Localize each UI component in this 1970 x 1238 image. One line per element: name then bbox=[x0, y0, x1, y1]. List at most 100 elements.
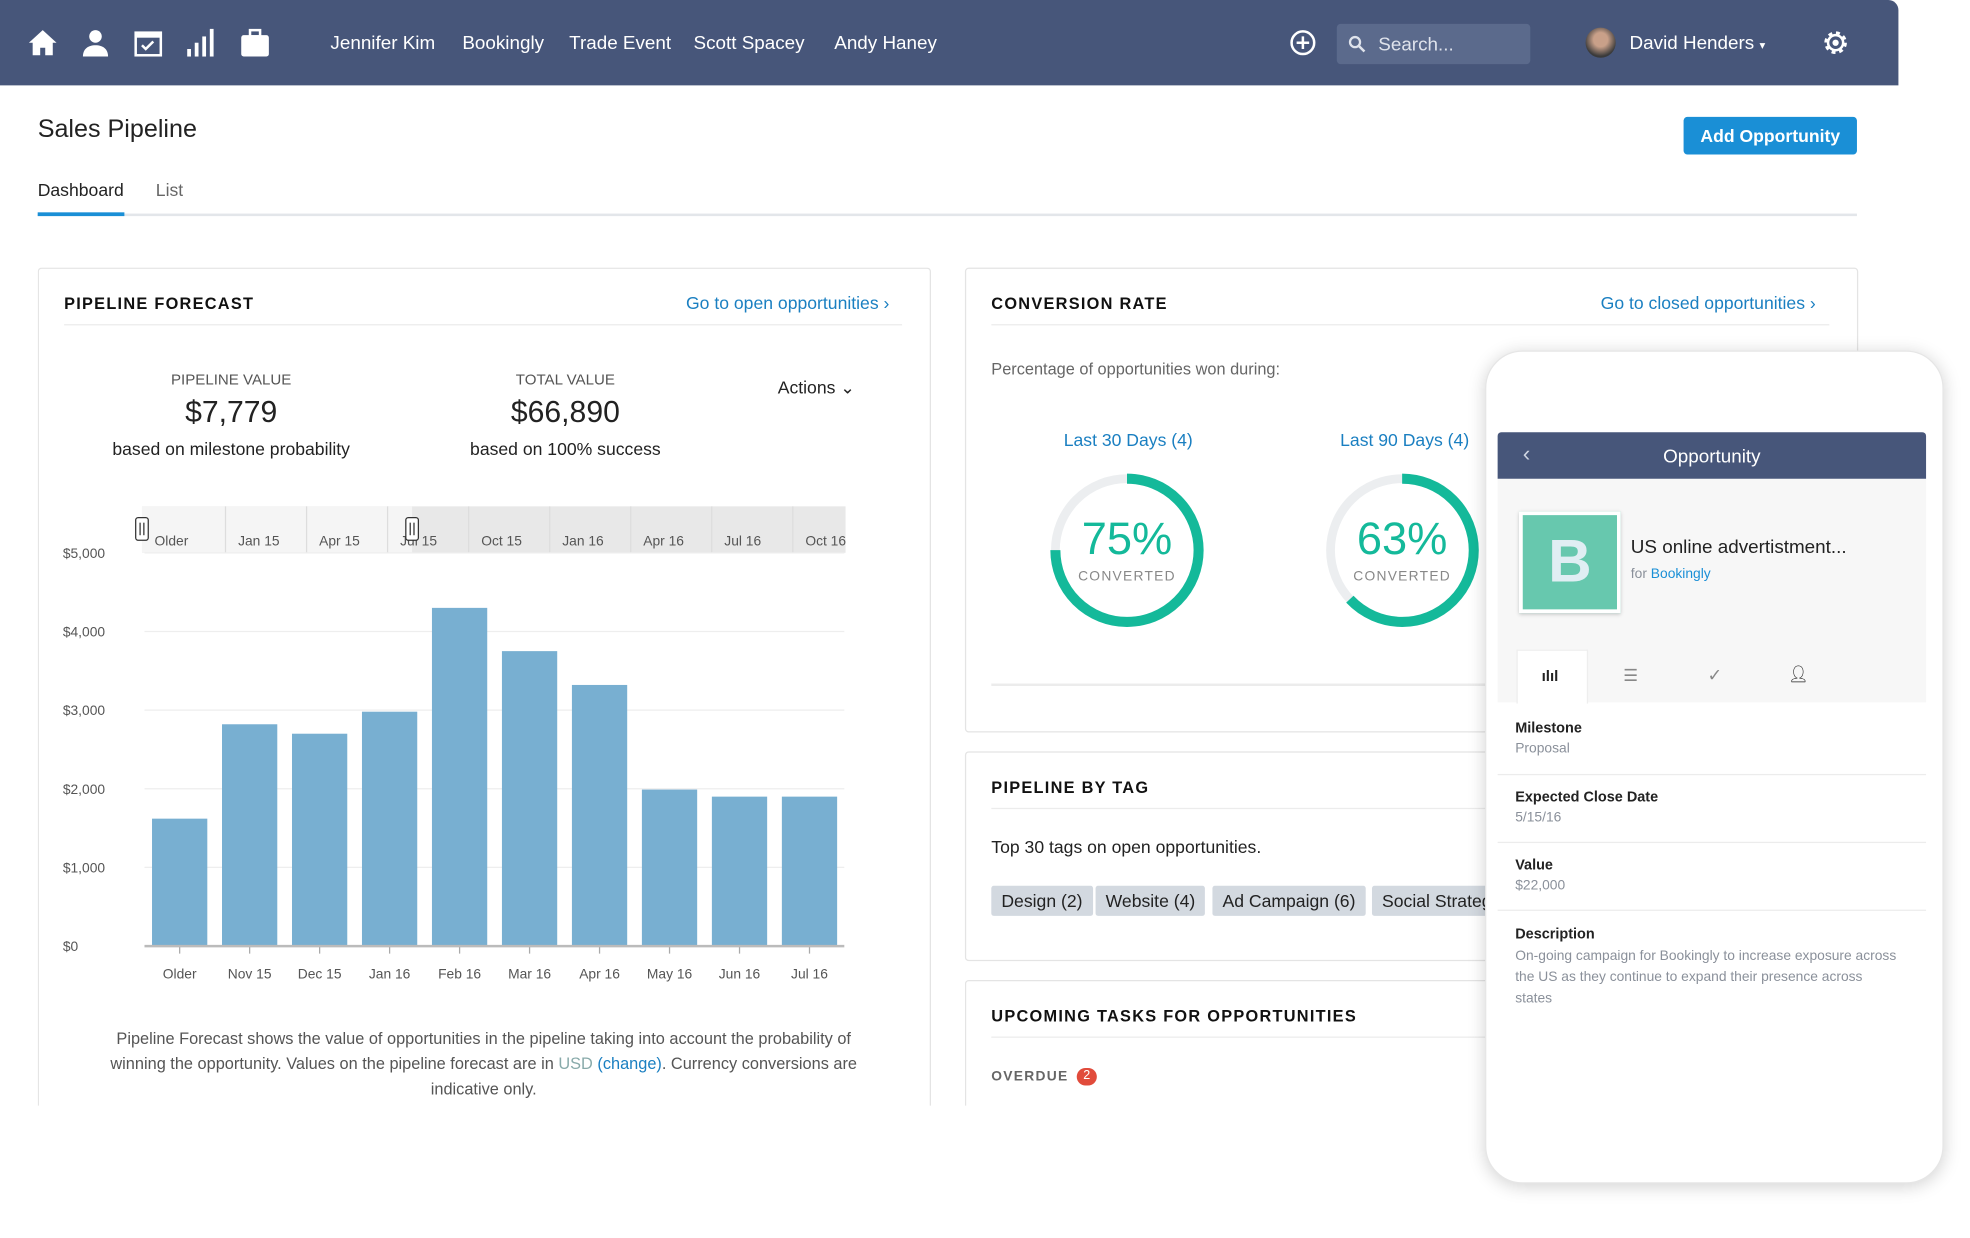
opportunity-name: US online advertistment... bbox=[1630, 536, 1847, 558]
panel-title: PIPELINE FORECAST bbox=[64, 293, 255, 313]
search-input[interactable]: Search... bbox=[1336, 23, 1531, 65]
user-menu[interactable]: David Henders ▾ bbox=[1630, 33, 1766, 54]
panel-title: PIPELINE BY TAG bbox=[991, 777, 1150, 797]
tag-ad-campaign[interactable]: Ad Campaign (6) bbox=[1212, 885, 1366, 916]
company-avatar: B bbox=[1518, 511, 1621, 614]
chevron-down-icon: ⌄ bbox=[840, 376, 856, 398]
field-label: Value bbox=[1515, 858, 1553, 874]
conversion-percent-90: 63% bbox=[1356, 512, 1448, 565]
navigator-tick-label: Oct 15 bbox=[481, 532, 522, 548]
add-opportunity-button[interactable]: Add Opportunity bbox=[1683, 116, 1857, 155]
converted-caption: CONVERTED bbox=[1353, 569, 1452, 585]
nav-link-andy-haney[interactable]: Andy Haney bbox=[834, 33, 937, 54]
tab-list[interactable]: List bbox=[156, 180, 183, 200]
divider bbox=[1497, 773, 1927, 776]
field-expected-close-date: Expected Close Date 5/15/16 bbox=[1515, 790, 1658, 825]
x-tick-label: Dec 15 bbox=[298, 966, 342, 982]
navigator-tick-label: Jul 16 bbox=[724, 532, 761, 548]
divider bbox=[1497, 841, 1927, 844]
user-icon[interactable] bbox=[80, 28, 110, 58]
range-handle bbox=[405, 517, 420, 541]
opportunity-company: for Bookingly bbox=[1631, 567, 1711, 582]
divider bbox=[991, 324, 1830, 326]
mobile-header: ‹ Opportunity bbox=[1497, 432, 1927, 479]
bar bbox=[431, 607, 488, 947]
range-handle bbox=[135, 517, 149, 541]
last-90-days-link[interactable]: Last 90 Days (4) bbox=[1292, 430, 1518, 450]
total-value-label: TOTAL VALUE bbox=[515, 370, 615, 389]
gear-icon[interactable] bbox=[1821, 28, 1851, 58]
tabs-divider bbox=[37, 213, 1857, 217]
field-label: Description bbox=[1515, 927, 1595, 943]
field-label: Expected Close Date bbox=[1515, 790, 1659, 806]
field-value: Proposal bbox=[1515, 741, 1570, 757]
closed-opportunities-link[interactable]: Go to closed opportunities › bbox=[1601, 293, 1816, 313]
bar-chart-icon[interactable]: ılıl bbox=[1542, 667, 1559, 685]
person-icon[interactable]: 👤︎ bbox=[1788, 665, 1809, 685]
bar bbox=[152, 818, 208, 947]
actions-dropdown[interactable]: Actions ⌄ bbox=[778, 377, 855, 398]
field-value: $22,000 bbox=[1515, 878, 1566, 894]
company-link[interactable]: Bookingly bbox=[1651, 567, 1711, 582]
tag-website[interactable]: Website (4) bbox=[1095, 885, 1206, 916]
y-tick-label: $2,000 bbox=[63, 781, 106, 797]
open-opportunities-link[interactable]: Go to open opportunities › bbox=[686, 293, 889, 313]
change-currency-link[interactable]: (change) bbox=[597, 1054, 661, 1073]
x-tick-label: Feb 16 bbox=[438, 966, 481, 982]
panel-title: CONVERSION RATE bbox=[991, 293, 1168, 313]
divider bbox=[1497, 909, 1927, 911]
bar bbox=[781, 796, 838, 947]
for-label: for bbox=[1630, 566, 1647, 582]
x-tick-label: Jul 16 bbox=[791, 966, 828, 982]
check-icon[interactable]: ✓ bbox=[1707, 665, 1722, 686]
pipeline-value: $7,779 bbox=[185, 395, 278, 430]
navigator-tick-label: Oct 16 bbox=[805, 532, 846, 548]
nav-link-scott-spacey[interactable]: Scott Spacey bbox=[694, 33, 805, 54]
avatar[interactable] bbox=[1585, 27, 1616, 58]
add-circle-icon[interactable] bbox=[1288, 28, 1318, 58]
total-value: $66,890 bbox=[510, 395, 620, 430]
x-tick-label: Apr 16 bbox=[579, 966, 620, 982]
user-name: David Henders bbox=[1629, 32, 1755, 55]
bar bbox=[711, 796, 768, 947]
y-tick-label: $5,000 bbox=[63, 545, 106, 561]
navigator-tick-label: Jan 16 bbox=[562, 532, 604, 548]
tag-design[interactable]: Design (2) bbox=[991, 885, 1093, 916]
overdue-count-badge: 2 bbox=[1076, 1067, 1097, 1086]
nav-link-jennifer-kim[interactable]: Jennifer Kim bbox=[330, 33, 435, 54]
bar bbox=[641, 789, 698, 947]
field-value: Value $22,000 bbox=[1515, 858, 1565, 893]
list-icon[interactable]: ☰ bbox=[1623, 666, 1638, 686]
navigator-tick-label: Apr 16 bbox=[643, 532, 684, 548]
tab-dashboard[interactable]: Dashboard bbox=[38, 180, 124, 200]
x-tick-label: Mar 16 bbox=[508, 966, 551, 982]
conversion-subtitle: Percentage of opportunities won during: bbox=[991, 359, 1281, 379]
navigator-tick-label: Apr 15 bbox=[319, 532, 360, 548]
active-tab-indicator bbox=[37, 212, 125, 217]
search-icon bbox=[1348, 35, 1366, 53]
panel-title: UPCOMING TASKS FOR OPPORTUNITIES bbox=[991, 1006, 1357, 1026]
conversion-percent-30: 75% bbox=[1081, 512, 1173, 565]
field-value: 5/15/16 bbox=[1515, 810, 1562, 826]
x-tick-label: Jun 16 bbox=[719, 966, 761, 982]
bar-chart-icon[interactable] bbox=[186, 28, 216, 58]
briefcase-icon[interactable] bbox=[240, 28, 270, 58]
nav-link-trade-event[interactable]: Trade Event bbox=[569, 33, 671, 54]
pipeline-value-note: based on milestone probability bbox=[112, 438, 350, 459]
converted-caption: CONVERTED bbox=[1078, 569, 1176, 585]
app: Jennifer Kim Bookingly Trade Event Scott… bbox=[0, 0, 1970, 1238]
navigator-tick-label: Jan 15 bbox=[238, 532, 280, 548]
y-tick-label: $0 bbox=[63, 938, 79, 954]
divider bbox=[64, 324, 903, 326]
home-icon[interactable] bbox=[28, 28, 58, 58]
total-value-note: based on 100% success bbox=[470, 438, 661, 459]
nav-link-bookingly[interactable]: Bookingly bbox=[462, 33, 544, 54]
total-value-block: TOTAL VALUE $66,890 based on 100% succes… bbox=[440, 371, 691, 459]
calendar-icon[interactable] bbox=[133, 28, 163, 58]
y-tick-label: $1,000 bbox=[63, 859, 106, 875]
x-tick-label: Older bbox=[163, 966, 197, 982]
last-30-days-link[interactable]: Last 30 Days (4) bbox=[1015, 430, 1241, 450]
bar bbox=[501, 651, 558, 947]
y-tick-label: $4,000 bbox=[63, 623, 106, 639]
field-milestone: Milestone Proposal bbox=[1515, 721, 1582, 756]
